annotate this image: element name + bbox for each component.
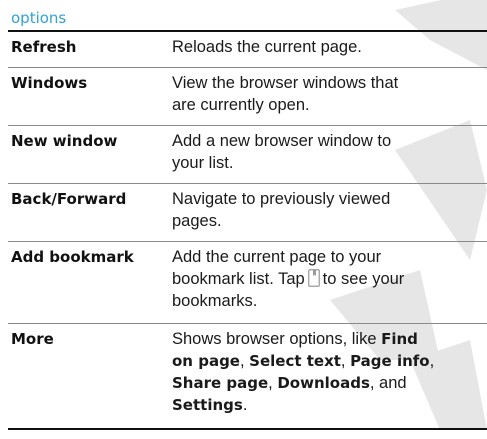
option-description: Add the current page to your bookmark lis… [172, 241, 487, 324]
option-description: Reloads the current page. [172, 31, 487, 68]
table-row: Back/Forward Navigate to previously view… [8, 183, 487, 242]
option-name: Refresh [8, 31, 172, 68]
table-header: options [8, 6, 487, 32]
option-description: Add a new browser window to your list. [172, 125, 487, 184]
option-description: Navigate to previously viewed pages. [172, 183, 487, 242]
option-name: Add bookmark [8, 241, 172, 324]
option-description: View the browser windows that are current… [172, 67, 487, 126]
option-name: Windows [8, 67, 172, 126]
table-row: New window Add a new browser window to yo… [8, 125, 487, 184]
options-table: options Refresh Reloads the current page… [8, 6, 487, 430]
option-name: Back/Forward [8, 183, 172, 242]
table-row: More Shows browser options, like Find on … [8, 323, 487, 430]
option-name: New window [8, 125, 172, 184]
header-title: options [8, 6, 487, 32]
option-name: More [8, 323, 172, 430]
table-row: Windows View the browser windows that are… [8, 67, 487, 126]
table-row: Add bookmark Add the current page to you… [8, 241, 487, 324]
option-description: Shows browser options, like Find on page,… [172, 323, 487, 430]
table-row: Refresh Reloads the current page. [8, 31, 487, 68]
bookmark-icon [307, 268, 320, 287]
